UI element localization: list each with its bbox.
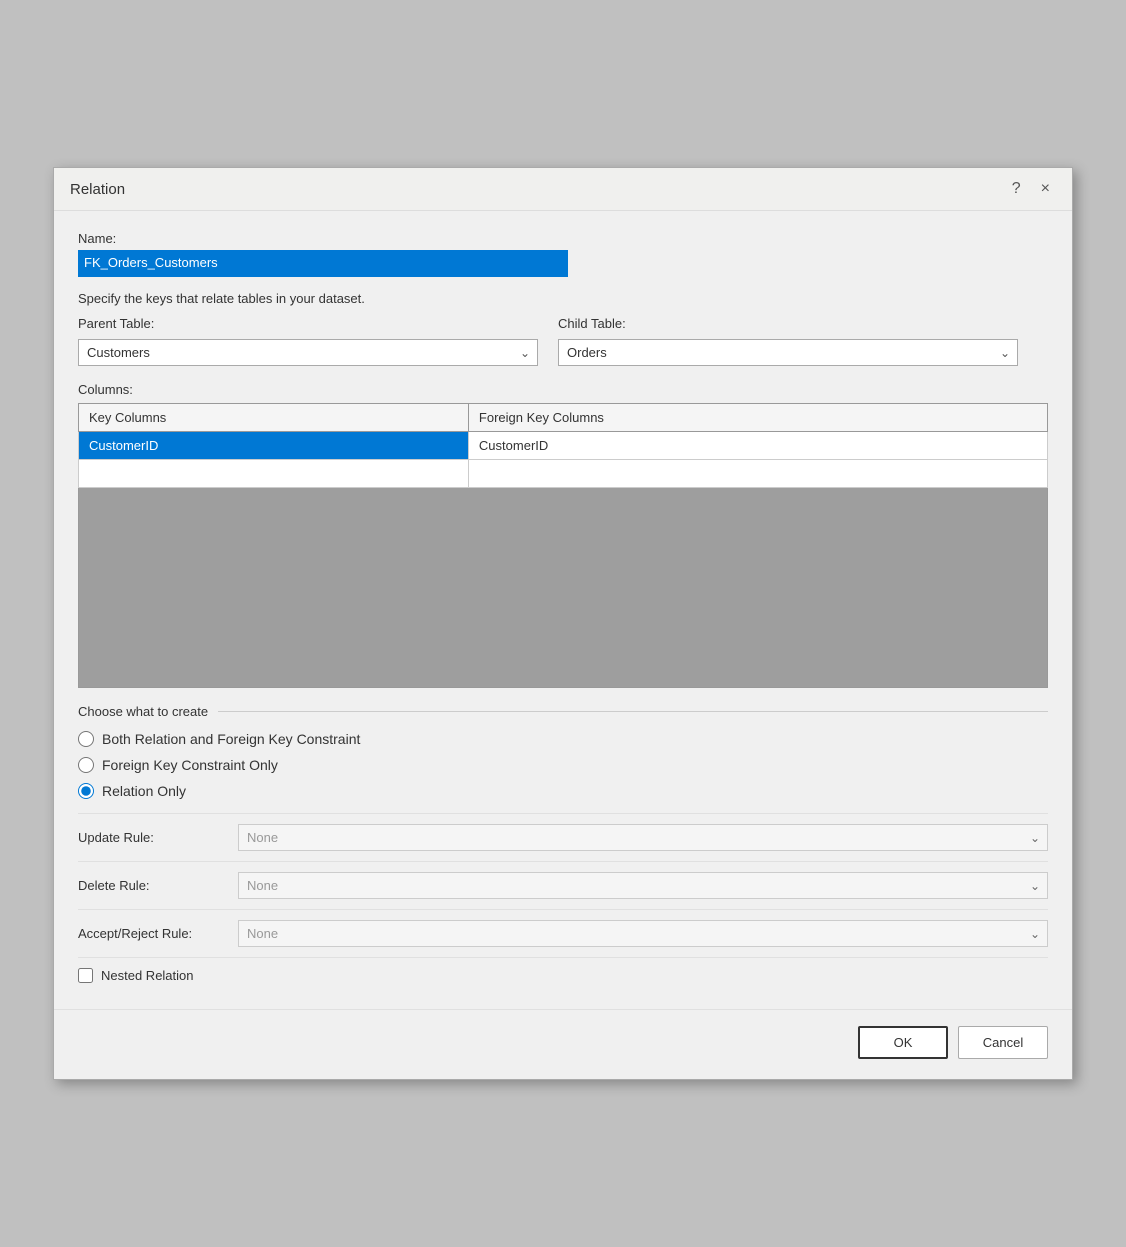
columns-table: Key Columns Foreign Key Columns Customer…	[78, 403, 1048, 488]
parent-table-group: Parent Table: Customers ⌄	[78, 316, 538, 366]
delete-rule-label: Delete Rule:	[78, 878, 238, 893]
relation-dialog: Relation ? × Name: Specify the keys that…	[53, 167, 1073, 1080]
nested-relation-row: Nested Relation	[78, 957, 1048, 993]
radio-relation-only-label[interactable]: Relation Only	[78, 783, 1048, 799]
radio-both[interactable]	[78, 731, 94, 747]
radio-both-label[interactable]: Both Relation and Foreign Key Constraint	[78, 731, 1048, 747]
nested-relation-checkbox[interactable]	[78, 968, 93, 983]
delete-rule-select-wrapper: None ⌄	[238, 872, 1048, 899]
description-text: Specify the keys that relate tables in y…	[78, 291, 1048, 306]
divider-row: Choose what to create	[78, 704, 1048, 719]
child-table-select[interactable]: Orders	[558, 339, 1018, 366]
help-button[interactable]: ?	[1006, 178, 1027, 200]
gray-area	[78, 488, 1048, 688]
radio-fk-only-label[interactable]: Foreign Key Constraint Only	[78, 757, 1048, 773]
table-row[interactable]	[79, 460, 1048, 488]
close-button[interactable]: ×	[1035, 178, 1056, 200]
nested-relation-label: Nested Relation	[101, 968, 194, 983]
update-rule-select-wrapper: None ⌄	[238, 824, 1048, 851]
key-column-cell[interactable]: CustomerID	[79, 432, 469, 460]
radio-fk-only[interactable]	[78, 757, 94, 773]
delete-rule-row: Delete Rule: None ⌄	[78, 861, 1048, 909]
name-label: Name:	[78, 231, 1048, 246]
radio-fk-only-text: Foreign Key Constraint Only	[102, 757, 278, 773]
key-column-empty	[79, 460, 469, 488]
update-rule-label: Update Rule:	[78, 830, 238, 845]
radio-relation-only-text: Relation Only	[102, 783, 186, 799]
accept-reject-rule-label: Accept/Reject Rule:	[78, 926, 238, 941]
table-row[interactable]: CustomerID CustomerID	[79, 432, 1048, 460]
parent-table-select-wrapper: Customers ⌄	[78, 339, 538, 366]
title-bar-left: Relation	[70, 181, 125, 198]
title-bar: Relation ? ×	[54, 168, 1072, 211]
radio-both-text: Both Relation and Foreign Key Constraint	[102, 731, 360, 747]
name-input[interactable]	[78, 250, 568, 277]
parent-table-label: Parent Table:	[78, 316, 538, 331]
choose-label: Choose what to create	[78, 704, 208, 719]
dialog-body: Name: Specify the keys that relate table…	[54, 211, 1072, 1009]
divider-line	[218, 711, 1048, 712]
rule-rows: Update Rule: None ⌄ Delete Rule: None ⌄	[78, 813, 1048, 957]
key-columns-header: Key Columns	[79, 404, 469, 432]
foreign-key-columns-header: Foreign Key Columns	[468, 404, 1047, 432]
parent-table-select[interactable]: Customers	[78, 339, 538, 366]
foreign-key-empty	[468, 460, 1047, 488]
radio-group: Both Relation and Foreign Key Constraint…	[78, 731, 1048, 799]
cancel-button[interactable]: Cancel	[958, 1026, 1048, 1059]
update-rule-row: Update Rule: None ⌄	[78, 813, 1048, 861]
delete-rule-select[interactable]: None	[238, 872, 1048, 899]
child-table-select-wrapper: Orders ⌄	[558, 339, 1018, 366]
foreign-key-column-cell[interactable]: CustomerID	[468, 432, 1047, 460]
radio-relation-only[interactable]	[78, 783, 94, 799]
columns-label: Columns:	[78, 382, 1048, 397]
dialog-title: Relation	[70, 181, 125, 198]
columns-header-row: Key Columns Foreign Key Columns	[79, 404, 1048, 432]
ok-button[interactable]: OK	[858, 1026, 948, 1059]
accept-reject-rule-select[interactable]: None	[238, 920, 1048, 947]
accept-reject-rule-select-wrapper: None ⌄	[238, 920, 1048, 947]
dialog-footer: OK Cancel	[54, 1009, 1072, 1079]
child-table-label: Child Table:	[558, 316, 1018, 331]
title-bar-right: ? ×	[1006, 178, 1056, 200]
accept-reject-rule-row: Accept/Reject Rule: None ⌄	[78, 909, 1048, 957]
table-selection-row: Parent Table: Customers ⌄ Child Table: O…	[78, 316, 1048, 366]
child-table-group: Child Table: Orders ⌄	[558, 316, 1018, 366]
update-rule-select[interactable]: None	[238, 824, 1048, 851]
